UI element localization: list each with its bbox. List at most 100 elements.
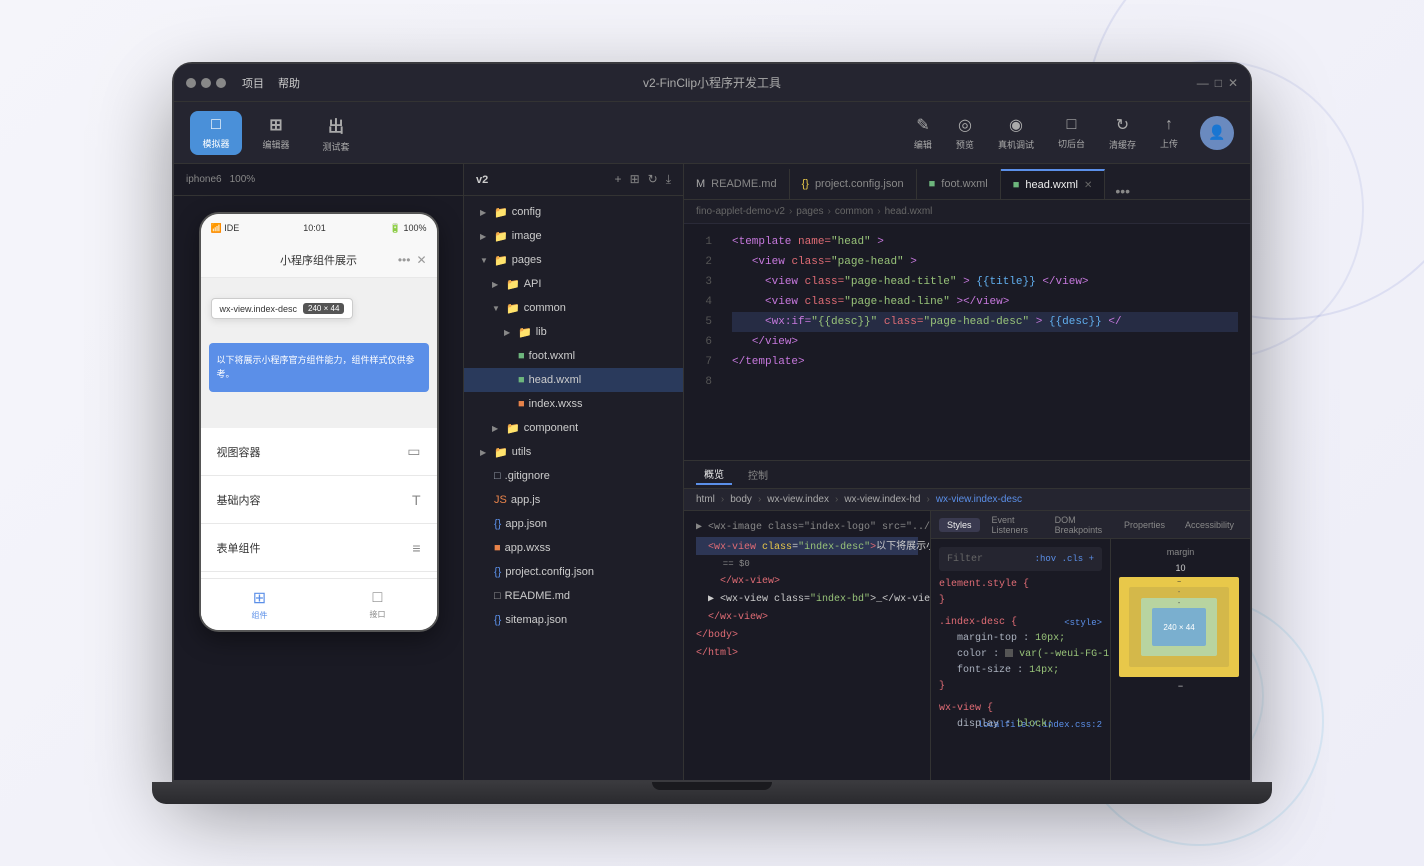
- code-text: [732, 276, 758, 288]
- css-selector-3: wx-view {: [939, 703, 993, 714]
- file-tree-item-foot-wxml[interactable]: ▶ ■ foot.wxml: [464, 344, 683, 368]
- collapse-icon[interactable]: ⤓: [666, 172, 671, 187]
- clear-cache-action[interactable]: ↻ 清缓存: [1099, 109, 1146, 157]
- styles-tab-styles[interactable]: Styles: [939, 518, 980, 532]
- folder-name-pages: pages: [512, 254, 542, 266]
- toolbar-debug-btn[interactable]: 出 测试套: [310, 111, 362, 155]
- code-tag: <view: [752, 256, 785, 268]
- code-editor[interactable]: 1 2 3 4 5 6 7 8 <templa: [684, 224, 1250, 460]
- devtools-tab-overview[interactable]: 概览: [696, 464, 732, 485]
- styles-tab-dom-breakpoints[interactable]: DOM Breakpoints: [1047, 513, 1112, 537]
- devtools-tab-control[interactable]: 控制: [740, 465, 776, 484]
- file-tree-item-gitignore[interactable]: ▶ □ .gitignore: [464, 464, 683, 488]
- dev-bread-body[interactable]: body: [730, 494, 752, 505]
- edit-action[interactable]: ✎ 编辑: [904, 109, 942, 157]
- preview-action[interactable]: ◎ 预览: [946, 109, 984, 157]
- tab-head-wxml[interactable]: ■ head.wxml ✕: [1001, 169, 1106, 199]
- file-tree-item-project-config[interactable]: ▶ {} project.config.json: [464, 560, 683, 584]
- file-icon: ■: [518, 398, 525, 410]
- styles-tab-accessibility[interactable]: Accessibility: [1177, 518, 1242, 532]
- css-selector-line-2: .index-desc { <style>: [939, 615, 1102, 631]
- tab-label-project-config: project.config.json: [815, 178, 904, 190]
- file-tree-item-app-json[interactable]: ▶ {} app.json: [464, 512, 683, 536]
- user-avatar[interactable]: 👤: [1200, 116, 1234, 150]
- win-btn-max-icon[interactable]: □: [1215, 76, 1222, 90]
- list-item[interactable]: 表单组件 ≡: [201, 524, 437, 572]
- file-tree-item-lib[interactable]: ▶ 📁 lib: [464, 320, 683, 344]
- file-tree-item-index-wxss[interactable]: ▶ ■ index.wxss: [464, 392, 683, 416]
- window-maximize-btn[interactable]: [216, 78, 226, 88]
- dev-html-line-1[interactable]: <wx-view class="index-desc">以下将展示小程序官方组件…: [696, 537, 918, 555]
- css-selector-2: .index-desc {: [939, 617, 1017, 628]
- dev-bread-index-hd[interactable]: wx-view.index-hd: [844, 494, 920, 505]
- styles-filter[interactable]: Filter :hov .cls +: [939, 547, 1102, 571]
- tab-project-config[interactable]: {} project.config.json: [790, 169, 917, 199]
- css-prop: margin-top: [957, 633, 1017, 644]
- css-prop: display: [957, 719, 999, 730]
- file-tree-item-image[interactable]: ▶ 📁 image: [464, 224, 683, 248]
- folder-arrow: ▼: [480, 256, 490, 265]
- dev-bread-index-desc[interactable]: wx-view.index-desc: [936, 494, 1022, 505]
- file-name-app-json: app.json: [505, 518, 547, 530]
- win-btn-min-icon[interactable]: —: [1197, 76, 1209, 90]
- styles-tab-event-listeners[interactable]: Event Listeners: [984, 513, 1043, 537]
- window-close-btn[interactable]: [186, 78, 196, 88]
- win-btn-close-icon[interactable]: ✕: [1228, 76, 1238, 90]
- line-num-6: 6: [684, 332, 720, 352]
- file-tree-item-utils[interactable]: ▶ 📁 utils: [464, 440, 683, 464]
- file-tree-item-sitemap[interactable]: ▶ {} sitemap.json: [464, 608, 683, 632]
- phone-menu-icon[interactable]: •••: [398, 253, 411, 267]
- tab-foot-wxml[interactable]: ■ foot.wxml: [917, 169, 1001, 199]
- toolbar-left: □ 模拟器 ⊞ 编辑器 出 测试套: [190, 111, 362, 155]
- phone-nav-components[interactable]: ⊞ 组件: [252, 588, 268, 621]
- device-label: iphone6: [186, 174, 222, 185]
- file-tree-item-head-wxml[interactable]: ▶ ■ head.wxml: [464, 368, 683, 392]
- phone-nav-api[interactable]: □ 接口: [370, 589, 386, 620]
- breadcrumb: fino-applet-demo-v2 › pages › common › h…: [684, 200, 1250, 224]
- menu-help[interactable]: 帮助: [278, 75, 300, 91]
- devtools-html-tree[interactable]: ▶ <wx-image class="index-logo" src="../r…: [684, 511, 930, 780]
- toolbar-editor-btn[interactable]: ⊞ 编辑器: [250, 111, 302, 155]
- new-file-icon[interactable]: +: [615, 172, 622, 187]
- css-block-index-desc: .index-desc { <style> margin-top :: [939, 615, 1102, 695]
- real-device-action[interactable]: ◉ 真机调试: [988, 109, 1044, 157]
- window-minimize-btn[interactable]: [201, 78, 211, 88]
- phone-close-icon[interactable]: ✕: [416, 253, 426, 267]
- cut-back-action[interactable]: □ 切后台: [1048, 110, 1095, 156]
- devtools-toolbar: 概览 控制: [684, 461, 1250, 489]
- file-tree-item-pages[interactable]: ▼ 📁 pages: [464, 248, 683, 272]
- toolbar-simulator-btn[interactable]: □ 模拟器: [190, 111, 242, 155]
- css-selector: element.style {: [939, 579, 1029, 590]
- dev-bread-html[interactable]: html: [696, 494, 715, 505]
- menu-project[interactable]: 项目: [242, 75, 264, 91]
- tab-more-btn[interactable]: •••: [1105, 183, 1140, 199]
- file-tree-item-config[interactable]: ▶ 📁 config: [464, 200, 683, 224]
- styles-tab-properties[interactable]: Properties: [1116, 518, 1173, 532]
- box-model-label: margin: [1119, 547, 1242, 557]
- dev-html-line-5: </wx-view>: [696, 609, 918, 627]
- file-tree-item-readme[interactable]: ▶ □ README.md: [464, 584, 683, 608]
- refresh-icon[interactable]: ↻: [648, 172, 658, 187]
- tab-readme[interactable]: M README.md: [684, 169, 790, 199]
- code-content[interactable]: <template name="head" > <view class="pag…: [720, 224, 1250, 460]
- list-item-label-1: 基础内容: [217, 492, 261, 508]
- file-tree-item-api[interactable]: ▶ 📁 API: [464, 272, 683, 296]
- list-item[interactable]: 视图容器 ▭: [201, 428, 437, 476]
- dev-bread-index[interactable]: wx-view.index: [767, 494, 829, 505]
- css-indent: [939, 649, 951, 660]
- upload-action[interactable]: ↑ 上传: [1150, 110, 1188, 156]
- new-folder-icon[interactable]: ⊞: [630, 172, 640, 187]
- file-tree-item-common[interactable]: ▼ 📁 common: [464, 296, 683, 320]
- file-tree-item-app-wxss[interactable]: ▶ ■ app.wxss: [464, 536, 683, 560]
- css-val: 10px;: [1035, 633, 1065, 644]
- tab-close-head[interactable]: ✕: [1084, 180, 1092, 191]
- toolbar: □ 模拟器 ⊞ 编辑器 出 测试套: [174, 102, 1250, 164]
- css-indent: [939, 719, 951, 730]
- css-close: }: [939, 681, 945, 692]
- phone-status-bar: 📶 IDE 10:01 🔋 100%: [201, 214, 437, 242]
- breadcrumb-sep: ›: [828, 206, 831, 217]
- file-tree-item-component[interactable]: ▶ 📁 component: [464, 416, 683, 440]
- file-tree-item-app-js[interactable]: ▶ JS app.js: [464, 488, 683, 512]
- code-text: [732, 336, 745, 348]
- list-item[interactable]: 基础内容 T: [201, 476, 437, 524]
